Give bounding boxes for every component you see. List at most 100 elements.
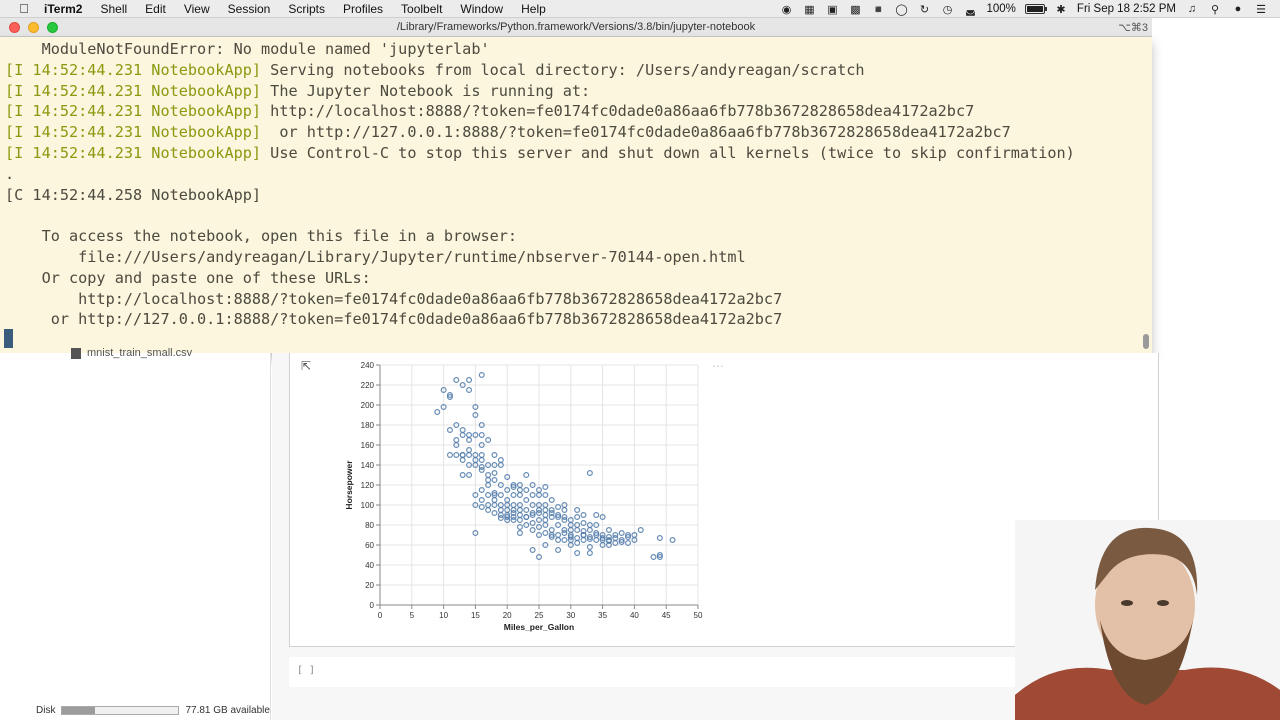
data-point <box>516 512 523 519</box>
menu-session[interactable]: Session <box>228 2 271 16</box>
log-text: http://localhost:8888/?token=fe0174fc0da… <box>5 289 783 308</box>
data-point <box>516 507 523 514</box>
menu-scripts[interactable]: Scripts <box>288 2 325 16</box>
y-tick-label: 140 <box>361 461 375 470</box>
data-point <box>555 537 562 544</box>
display-icon[interactable]: ▩ <box>849 3 863 16</box>
data-point <box>593 512 600 519</box>
file-name: mnist_train_small.csv <box>87 347 193 359</box>
data-point <box>485 507 492 514</box>
terminal-window-title: /Library/Frameworks/Python.framework/Ver… <box>396 21 756 33</box>
log-text: The Jupyter Notebook is running at: <box>261 81 591 100</box>
menu-profiles[interactable]: Profiles <box>343 2 383 16</box>
clock-icon[interactable]: ◷ <box>941 3 955 16</box>
camera-icon[interactable]: ◾ <box>872 3 886 16</box>
data-point <box>466 471 473 478</box>
y-tick-label: 40 <box>365 561 374 570</box>
log-text: http://localhost:8888/?token=fe0174fc0da… <box>261 102 975 121</box>
x-tick-label: 25 <box>535 611 544 620</box>
data-point <box>466 386 473 393</box>
data-point <box>478 497 485 504</box>
menu-edit[interactable]: Edit <box>145 2 166 16</box>
data-point <box>459 456 466 463</box>
data-point <box>453 451 460 458</box>
globe-icon[interactable]: ◯ <box>895 3 909 16</box>
scatter-chart: 0 5 10 15 20 25 30 35 40 45 50 0 20 40 60 80 100 120 140 16… <box>344 361 703 632</box>
terminal-line: Or copy and paste one of these URLs: <box>5 268 371 288</box>
menu-toolbelt[interactable]: Toolbelt <box>401 2 442 16</box>
more-options-icon[interactable]: ⋯ <box>712 359 724 373</box>
data-point <box>466 377 473 384</box>
data-point <box>453 377 460 384</box>
notification-center-icon[interactable]: ☰ <box>1254 3 1268 16</box>
menu-app-name[interactable]: iTerm2 <box>44 2 82 16</box>
wifi-icon[interactable]: ◛ <box>964 3 978 16</box>
data-point <box>491 476 498 483</box>
status-area: ◉ ▦ ▣ ▩ ◾ ◯ ↻ ◷ ◛ 100% ✱ Fri Sep 18 2:52… <box>780 0 1269 18</box>
data-point <box>485 436 492 443</box>
data-point <box>459 471 466 478</box>
x-axis-label: Miles_per_Gallon <box>504 622 574 632</box>
clock[interactable]: Fri Sep 18 2:52 PM <box>1077 3 1176 15</box>
app-grid-icon[interactable]: ▦ <box>803 3 817 16</box>
menu-help[interactable]: Help <box>521 2 546 16</box>
menu-shell[interactable]: Shell <box>100 2 127 16</box>
terminal-cursor <box>4 329 13 348</box>
battery-percent: 100% <box>986 3 1016 15</box>
menu-window[interactable]: Window <box>460 2 503 16</box>
apple-menu-icon[interactable]:  <box>16 1 32 16</box>
data-point <box>434 408 441 415</box>
data-point <box>542 492 549 499</box>
disk-available: 77.81 GB available <box>185 705 270 716</box>
x-tick-label: 45 <box>662 611 671 620</box>
data-point <box>542 507 549 514</box>
data-point <box>446 426 453 433</box>
menu-bar:  iTerm2 Shell Edit View Session Scripts… <box>0 0 1280 18</box>
x-tick-label: 10 <box>439 611 448 620</box>
input-prompt: [ ] <box>297 665 316 676</box>
battery-icon[interactable] <box>1024 4 1047 14</box>
data-point <box>548 527 555 534</box>
log-tag: [I 14:52:44.231 NotebookApp] <box>5 60 262 79</box>
data-point <box>561 507 568 514</box>
bluetooth-icon[interactable]: ✱ <box>1054 3 1068 16</box>
data-point <box>478 451 485 458</box>
data-point <box>485 476 492 483</box>
menu-view[interactable]: View <box>184 2 210 16</box>
terminal-line: [I 14:52:44.231 NotebookApp] Use Control… <box>5 143 1075 163</box>
data-point <box>466 451 473 458</box>
data-point <box>459 426 466 433</box>
data-point <box>491 469 498 476</box>
volume-icon[interactable]: ♫ <box>1185 3 1199 15</box>
log-text: To access the notebook, open this file i… <box>5 227 518 246</box>
terminal-line: To access the notebook, open this file i… <box>5 226 517 246</box>
data-point <box>459 451 466 458</box>
x-tick-label: 35 <box>598 611 607 620</box>
terminal-scrollbar[interactable] <box>1143 334 1149 349</box>
data-point <box>459 431 466 438</box>
log-tag: [I 14:52:44.231 NotebookApp] <box>5 123 262 142</box>
window-icon[interactable]: ▣ <box>826 3 840 16</box>
data-point <box>669 537 676 544</box>
log-tag: [I 14:52:44.231 NotebookApp] <box>5 81 262 100</box>
terminal-output[interactable]: or http://127.0.0.1:8888/?token=fe0174fc… <box>0 37 1152 353</box>
data-point <box>542 512 549 519</box>
x-tick-label: 40 <box>630 611 639 620</box>
sync-icon[interactable]: ↻ <box>918 3 932 16</box>
data-point <box>523 507 530 514</box>
file-icon <box>71 347 81 359</box>
search-icon[interactable]: ⚲ <box>1208 3 1222 16</box>
log-tag: [I 14:52:44.231 NotebookApp] <box>5 102 262 121</box>
file-item[interactable]: mnist_train_small.csv <box>71 347 192 359</box>
siri-icon[interactable]: ● <box>1231 3 1245 15</box>
y-tick-label: 20 <box>365 581 374 590</box>
screen-record-icon[interactable]: ◉ <box>780 3 794 16</box>
data-point <box>548 497 555 504</box>
terminal-titlebar: /Library/Frameworks/Python.framework/Ver… <box>0 18 1152 37</box>
x-tick-label: 0 <box>378 611 383 620</box>
data-point <box>523 471 530 478</box>
y-tick-label: 180 <box>361 421 375 430</box>
y-tick-label: 120 <box>361 481 375 490</box>
y-tick-label: 0 <box>370 601 375 610</box>
log-text: Serving notebooks from local directory: … <box>261 60 865 79</box>
